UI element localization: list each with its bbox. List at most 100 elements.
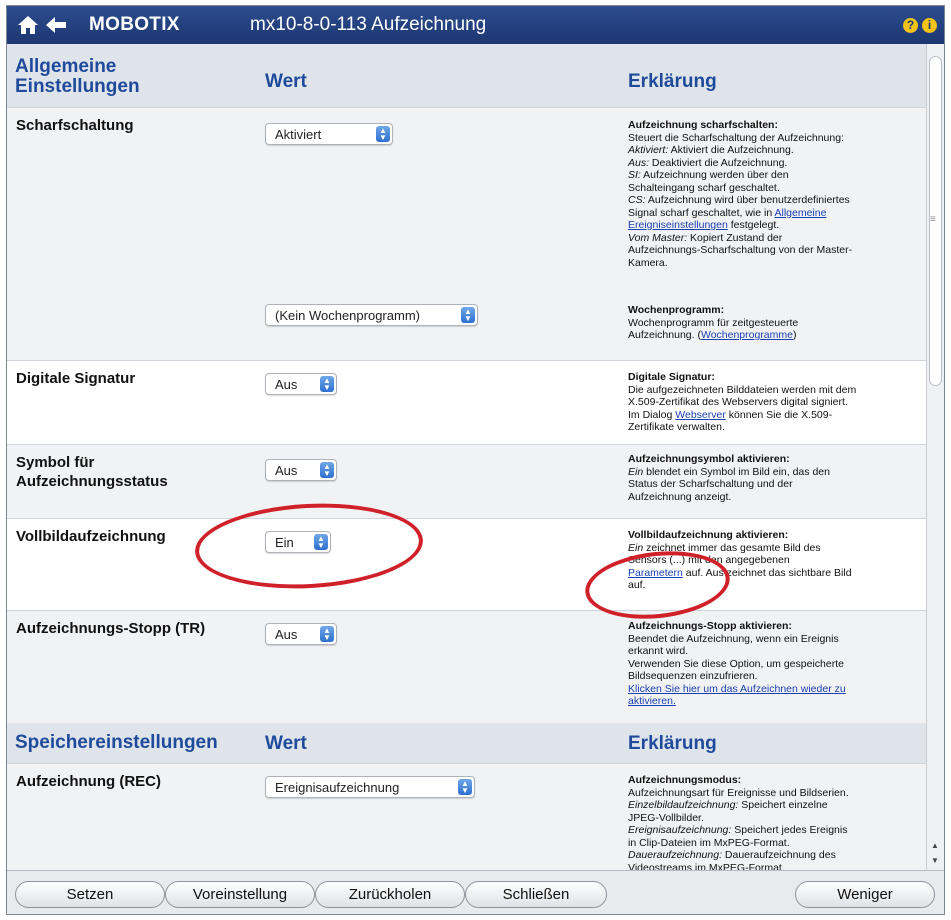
- explanation-link[interactable]: aktivieren.: [628, 695, 676, 707]
- explanation-text: Die aufgezeichneten Bilddateien werden m…: [628, 383, 857, 396]
- setting-row-weekly-program: (Kein Wochenprogramm) ▲ ▼ Wochenprogramm:…: [7, 290, 927, 360]
- scroll-grip-icon: ≡: [930, 214, 936, 225]
- less-button[interactable]: Weniger: [795, 881, 935, 908]
- explanation-text: Kamera.: [628, 256, 668, 269]
- explanation-text: Wochenprogramm für zeitgesteuerte: [628, 316, 799, 329]
- weekly-program-select[interactable]: (Kein Wochenprogramm) ▲ ▼: [265, 304, 478, 326]
- explanation-text: Sensors (...) mit den angegebenen: [628, 554, 790, 566]
- explanation-text: Schalteingang scharf geschaltet.: [628, 181, 780, 194]
- column-header-value: Wert: [265, 71, 307, 92]
- explanation-line: Sensors (...) mit den angegebenen: [628, 554, 920, 567]
- explanation-link[interactable]: Allgemeine: [775, 207, 827, 219]
- explanation-link[interactable]: Parametern: [628, 567, 683, 579]
- explanation-text: Videostreams im MxPEG-Format.: [628, 861, 785, 871]
- explanation-text: Aufzeichnung wird über benutzerdefiniert…: [645, 194, 850, 206]
- explanation-term: Ein: [628, 541, 644, 554]
- setting-row-arming: Scharfschaltung Aktiviert ▲ ▼ Aufzeichnun…: [7, 107, 927, 290]
- info-icon[interactable]: i: [922, 18, 937, 33]
- explanation-weekly-program: Wochenprogramm: Wochenprogramm für zeitge…: [628, 304, 920, 342]
- explanation-title: Aufzeichnung scharfschalten:: [628, 119, 778, 131]
- explanation-line: Steuert die Scharfschaltung der Aufzeich…: [628, 132, 920, 145]
- restore-button[interactable]: Zurückholen: [315, 881, 465, 908]
- digital-signature-select[interactable]: Aus ▲ ▼: [265, 373, 337, 395]
- explanation-term: Einzelbildaufzeichnung:: [628, 799, 739, 811]
- explanation-text: Signal scharf geschaltet, wie in: [628, 206, 775, 219]
- help-icon[interactable]: ?: [903, 18, 918, 33]
- explanation-text: zeichnet immer das gesamte Bild des: [643, 541, 821, 554]
- explanation-line: Zertifikate verwalten.: [628, 421, 920, 434]
- explanation-digital-signature: Digitale Signatur: Die aufgezeichneten Bi…: [628, 371, 920, 434]
- explanation-line: SI: Aufzeichnung werden über den: [628, 169, 920, 182]
- select-arrows-icon: ▲ ▼: [461, 307, 475, 323]
- select-arrows-icon: ▲ ▼: [458, 779, 472, 795]
- explanation-text: ): [792, 329, 797, 341]
- explanation-link[interactable]: Webserver: [675, 409, 726, 421]
- explanation-line: X.509-Zertifikat des Webservers digital …: [628, 396, 920, 409]
- column-header-explanation: Erklärung: [628, 733, 717, 754]
- set-button[interactable]: Setzen: [15, 881, 165, 908]
- explanation-line: JPEG-Vollbilder.: [628, 812, 920, 825]
- explanation-link[interactable]: Klicken Sie hier um das Aufzeichnen wied…: [628, 683, 846, 695]
- setting-row-recording-stop: Aufzeichnungs-Stopp (TR) Aus ▲ ▼ Aufzeich…: [7, 610, 927, 723]
- explanation-term: SI:: [628, 169, 641, 181]
- vertical-scrollbar[interactable]: ≡ ▲ ▼: [926, 44, 944, 870]
- explanation-text: Beendet die Aufzeichnung, wenn ein Ereig…: [628, 632, 839, 645]
- select-arrows-icon: ▲ ▼: [376, 126, 390, 142]
- explanation-line: Aufzeichnung anzeigt.: [628, 491, 920, 504]
- explanation-line: Wochenprogramm für zeitgesteuerte: [628, 317, 920, 330]
- explanation-text: Aufzeichnung anzeigt.: [628, 490, 732, 503]
- explanation-title: Digitale Signatur:: [628, 371, 715, 383]
- explanation-line: Ereigniseinstellungen festgelegt.: [628, 219, 920, 232]
- explanation-recording-symbol: Aufzeichnungsymbol aktivieren: Ein blende…: [628, 453, 920, 503]
- explanation-line: aktivieren.: [628, 695, 920, 708]
- explanation-line: Klicken Sie hier um das Aufzeichnen wied…: [628, 683, 920, 696]
- explanation-fullframe-recording: Vollbildaufzeichnung aktivieren: Ein zeic…: [628, 529, 920, 592]
- explanation-line: Aufzeichnungsart für Ereignisse und Bild…: [628, 787, 920, 800]
- scroll-down-icon[interactable]: ▼: [931, 856, 939, 865]
- explanation-term: Ein: [628, 465, 644, 478]
- explanation-term: Ereignisaufzeichnung:: [628, 824, 732, 836]
- column-header-explanation: Erklärung: [628, 71, 717, 92]
- select-arrows-icon: ▲ ▼: [314, 534, 328, 550]
- explanation-line: Ein zeichnet immer das gesamte Bild des: [628, 542, 920, 555]
- back-arrow-icon[interactable]: [45, 15, 67, 35]
- explanation-line: Signal scharf geschaltet, wie in Allgeme…: [628, 207, 920, 220]
- brand-logo-text: MOBOTIX: [89, 14, 180, 35]
- explanation-line: Daueraufzeichnung: Daueraufzeichnung des: [628, 849, 920, 862]
- recording-stop-select[interactable]: Aus ▲ ▼: [265, 623, 337, 645]
- explanation-line: CS: Aufzeichnung wird über benutzerdefin…: [628, 194, 920, 207]
- setting-row-digital-signature: Digitale Signatur Aus ▲ ▼ Digitale Signat…: [7, 360, 927, 444]
- fullframe-recording-select[interactable]: Ein ▲ ▼: [265, 531, 331, 553]
- explanation-text: JPEG-Vollbilder.: [628, 811, 704, 824]
- explanation-link[interactable]: Ereigniseinstellungen: [628, 219, 728, 231]
- explanation-term: Vom Master:: [628, 231, 688, 244]
- section-header-general: Allgemeine Einstellungen Wert Erklärung: [7, 44, 927, 107]
- explanation-text: in Clip-Dateien im MxPEG-Format.: [628, 836, 790, 849]
- arming-select[interactable]: Aktiviert ▲ ▼: [265, 123, 393, 145]
- explanation-line: Aufzeichnungs-Scharfschaltung von der Ma…: [628, 244, 920, 257]
- section-header-storage: Speichereinstellungen Wert Erklärung: [7, 723, 927, 763]
- setting-row-fullframe-recording: Vollbildaufzeichnung Ein ▲ ▼ Vollbildaufz…: [7, 518, 927, 610]
- default-button[interactable]: Voreinstellung: [165, 881, 315, 908]
- explanation-term: CS:: [628, 194, 646, 206]
- setting-label: Symbol für Aufzeichnungsstatus: [16, 454, 168, 490]
- recording-symbol-select[interactable]: Aus ▲ ▼: [265, 459, 337, 481]
- explanation-link[interactable]: Wochenprogramme: [701, 329, 793, 341]
- explanation-text: auf.: [628, 579, 646, 591]
- explanation-term: Daueraufzeichnung:: [628, 849, 722, 861]
- setting-label: Aufzeichnung (REC): [16, 773, 161, 790]
- close-button[interactable]: Schließen: [465, 881, 607, 908]
- recording-mode-select[interactable]: Ereignisaufzeichnung ▲ ▼: [265, 776, 475, 798]
- explanation-text: Steuert die Scharfschaltung der Aufzeich…: [628, 131, 844, 144]
- home-icon[interactable]: [17, 14, 39, 36]
- explanation-text: können Sie die X.509-: [725, 408, 833, 421]
- scroll-up-icon[interactable]: ▲: [931, 841, 939, 850]
- explanation-line: Aufzeichnung scharfschalten:: [628, 119, 920, 132]
- explanation-line: Status der Scharfschaltung und der: [628, 478, 920, 491]
- explanation-text: Aufzeichnung. (: [628, 329, 701, 341]
- explanation-text: Im Dialog: [628, 408, 676, 421]
- column-header-value: Wert: [265, 733, 307, 754]
- explanation-line: auf.: [628, 579, 920, 592]
- explanation-text: X.509-Zertifikat des Webservers digital …: [628, 396, 848, 408]
- explanation-line: erkannt wird.: [628, 645, 920, 658]
